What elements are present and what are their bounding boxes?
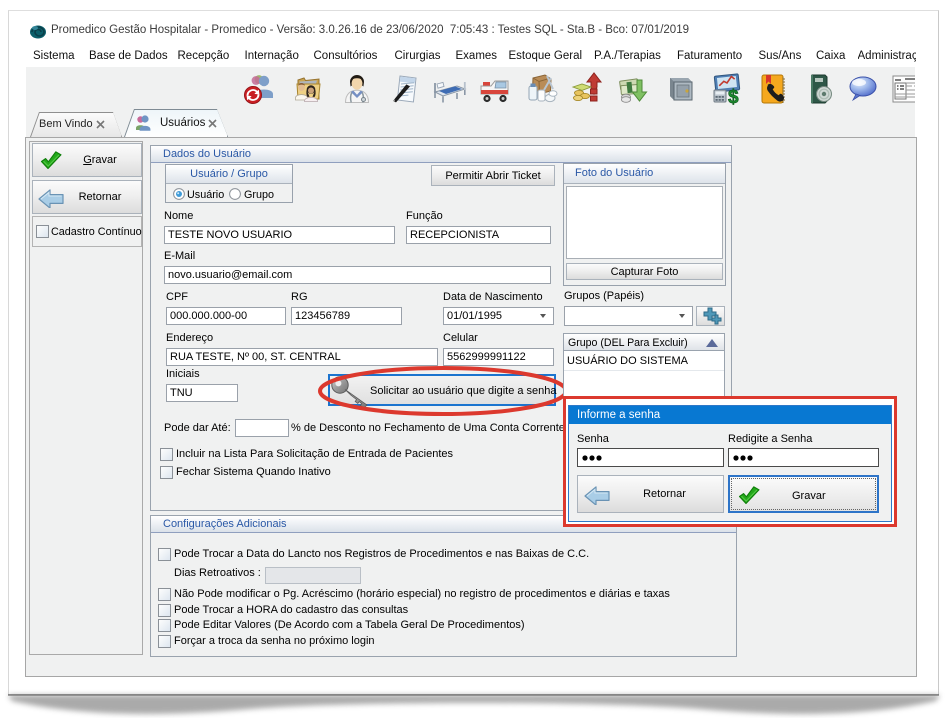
svg-text:$: $ xyxy=(728,87,739,106)
